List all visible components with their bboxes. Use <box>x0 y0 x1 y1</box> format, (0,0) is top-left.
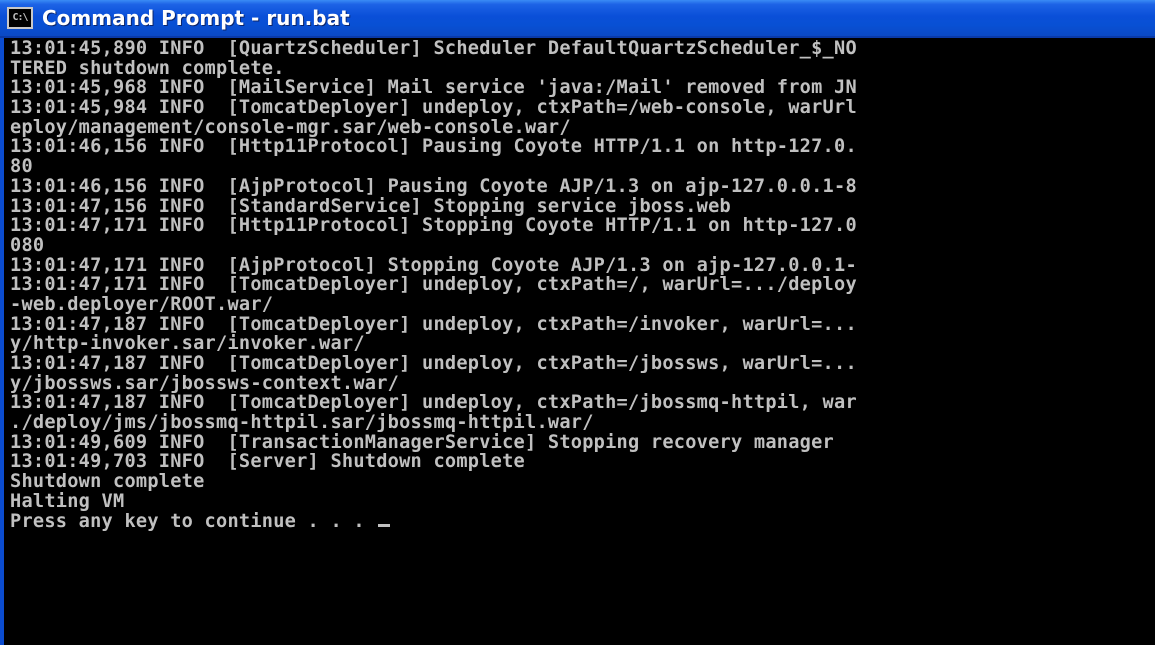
console-line: 13:01:47,171 INFO [TomcatDeployer] undep… <box>10 275 857 295</box>
console-line: 13:01:47,171 INFO [AjpProtocol] Stopping… <box>10 255 857 276</box>
console-line: 13:01:47,156 INFO [StandardService] Stop… <box>10 196 731 217</box>
console-line: Shutdown complete <box>10 472 205 492</box>
command-prompt-icon[interactable]: C:\ <box>7 7 33 29</box>
console-line: 13:01:49,609 INFO [TransactionManagerSer… <box>10 432 834 453</box>
console-line: 13:01:47,187 INFO [TomcatDeployer] undep… <box>10 354 857 374</box>
console-prompt-line: Press any key to continue . . . <box>10 512 1155 532</box>
console-line: 13:01:47,171 INFO [Http11Protocol] Stopp… <box>10 216 857 236</box>
console-line: 080 <box>10 235 45 256</box>
console-line: 13:01:49,703 INFO [Server] Shutdown comp… <box>10 452 525 473</box>
console-line: 13:01:45,984 INFO [TomcatDeployer] undep… <box>10 98 857 118</box>
window-title: Command Prompt - run.bat <box>42 6 350 30</box>
console-line: -web.deployer/ROOT.war/ <box>10 294 274 315</box>
console-line: y/http-invoker.sar/invoker.war/ <box>10 334 365 354</box>
console-prompt-text: Press any key to continue . . . <box>10 511 377 532</box>
console-line: 13:01:45,890 INFO [QuartzScheduler] Sche… <box>10 39 857 59</box>
console-line: 13:01:46,156 INFO [AjpProtocol] Pausing … <box>10 176 857 197</box>
console-line: ./deploy/jms/jbossmq-httpil.sar/jbossmq-… <box>10 413 594 433</box>
console-line: TERED shutdown complete. <box>10 58 285 79</box>
console-line: 13:01:46,156 INFO [Http11Protocol] Pausi… <box>10 137 857 158</box>
console-line: 80 <box>10 157 33 177</box>
console-line: 13:01:47,187 INFO [TomcatDeployer] undep… <box>10 314 857 335</box>
console-line: 13:01:47,187 INFO [TomcatDeployer] undep… <box>10 393 857 414</box>
text-cursor <box>378 523 391 527</box>
title-bar[interactable]: C:\ Command Prompt - run.bat <box>0 0 1155 38</box>
console-output[interactable]: 13:01:45,890 INFO [QuartzScheduler] Sche… <box>4 39 1155 645</box>
console-line: eploy/management/console-mgr.sar/web-con… <box>10 117 571 138</box>
console-line: 13:01:45,968 INFO [MailService] Mail ser… <box>10 78 857 99</box>
console-line: y/jbossws.sar/jbossws-context.war/ <box>10 373 400 394</box>
command-prompt-window: C:\ Command Prompt - run.bat 13:01:45,89… <box>0 0 1155 645</box>
command-prompt-icon-glyph: C:\ <box>12 12 28 23</box>
console-line: Halting VM <box>10 491 125 512</box>
